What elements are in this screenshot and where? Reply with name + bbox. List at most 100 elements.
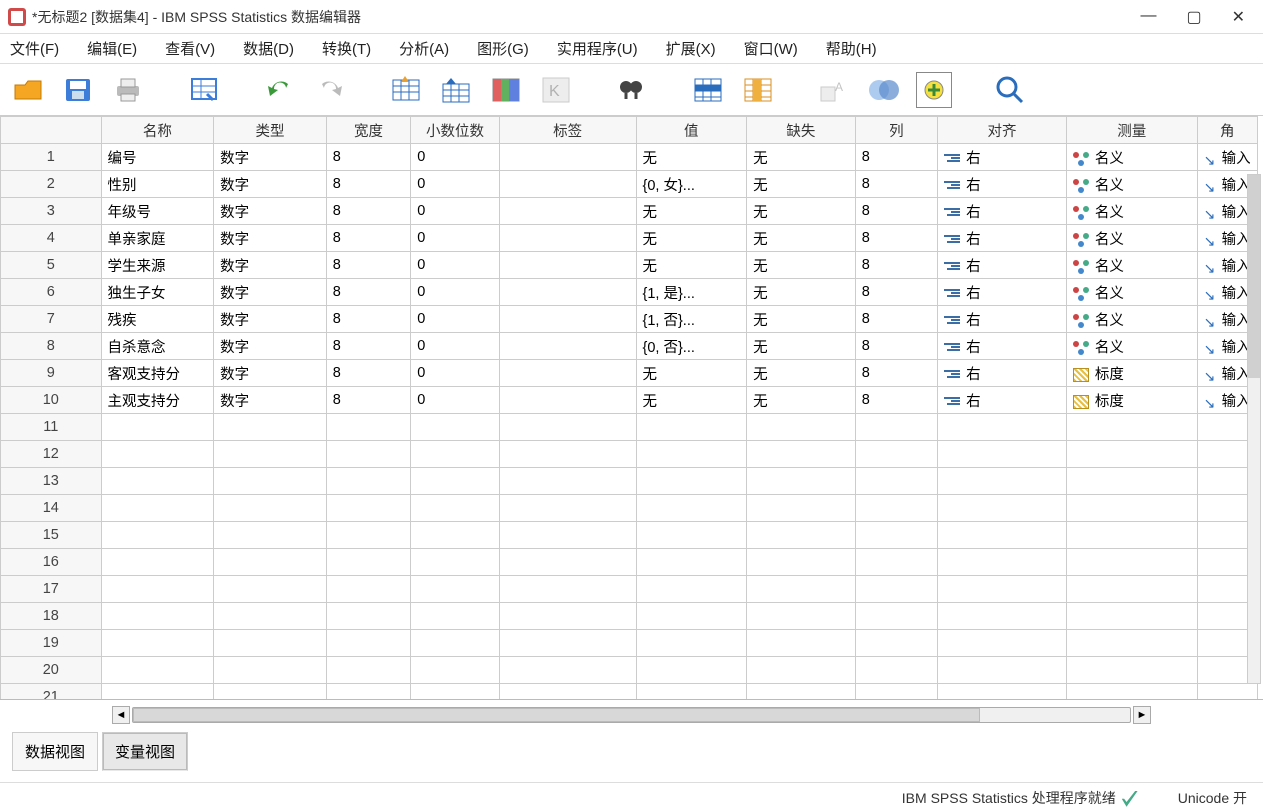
- cell-name[interactable]: 客观支持分: [101, 360, 214, 387]
- cell-decimals[interactable]: 0: [411, 252, 499, 279]
- header-rownum[interactable]: [1, 117, 102, 144]
- cell-measure[interactable]: 名义: [1066, 252, 1197, 279]
- cell-columns[interactable]: 8: [855, 306, 937, 333]
- cell-align[interactable]: 右: [938, 387, 1067, 414]
- cell-decimals[interactable]: 0: [411, 144, 499, 171]
- cell-values[interactable]: {1, 否}...: [636, 306, 747, 333]
- variables-icon[interactable]: [488, 72, 524, 108]
- vertical-scrollbar[interactable]: [1247, 174, 1261, 684]
- cell-align[interactable]: 右: [938, 225, 1067, 252]
- cell-label[interactable]: [499, 144, 636, 171]
- cell-missing[interactable]: 无: [747, 387, 856, 414]
- cell-columns[interactable]: 8: [855, 279, 937, 306]
- weight-icon[interactable]: [866, 72, 902, 108]
- cell-measure[interactable]: 名义: [1066, 225, 1197, 252]
- cell-align[interactable]: 右: [938, 171, 1067, 198]
- data-icon[interactable]: [186, 72, 222, 108]
- menu-graph[interactable]: 图形(G): [477, 38, 529, 59]
- menu-view[interactable]: 查看(V): [165, 38, 215, 59]
- row-number[interactable]: 21: [1, 684, 102, 701]
- row-number[interactable]: 15: [1, 522, 102, 549]
- cell-label[interactable]: [499, 333, 636, 360]
- header-measure[interactable]: 测量: [1066, 117, 1197, 144]
- cell-measure[interactable]: 名义: [1066, 171, 1197, 198]
- minimize-button[interactable]: —: [1140, 7, 1156, 27]
- cell-values[interactable]: 无: [636, 387, 747, 414]
- variable-row[interactable]: 1编号数字80无无8右名义输入: [1, 144, 1258, 171]
- cell-measure[interactable]: 名义: [1066, 144, 1197, 171]
- menu-analyze[interactable]: 分析(A): [399, 38, 449, 59]
- row-number[interactable]: 17: [1, 576, 102, 603]
- cell-align[interactable]: 右: [938, 279, 1067, 306]
- row-number[interactable]: 4: [1, 225, 102, 252]
- cell-label[interactable]: [499, 306, 636, 333]
- cell-type[interactable]: 数字: [214, 225, 327, 252]
- print-icon[interactable]: [110, 72, 146, 108]
- cell-measure[interactable]: 标度: [1066, 387, 1197, 414]
- row-number[interactable]: 14: [1, 495, 102, 522]
- goto-var-icon[interactable]: [438, 72, 474, 108]
- empty-row[interactable]: 13: [1, 468, 1258, 495]
- row-number[interactable]: 5: [1, 252, 102, 279]
- cell-width[interactable]: 8: [326, 252, 410, 279]
- cell-width[interactable]: 8: [326, 144, 410, 171]
- cell-measure[interactable]: 名义: [1066, 279, 1197, 306]
- row-number[interactable]: 7: [1, 306, 102, 333]
- goto-case-icon[interactable]: [388, 72, 424, 108]
- cell-decimals[interactable]: 0: [411, 333, 499, 360]
- select-cases-icon[interactable]: [916, 72, 952, 108]
- cell-name[interactable]: 年级号: [101, 198, 214, 225]
- cell-missing[interactable]: 无: [747, 171, 856, 198]
- cell-columns[interactable]: 8: [855, 171, 937, 198]
- open-icon[interactable]: [10, 72, 46, 108]
- tab-variable-view[interactable]: 变量视图: [102, 732, 188, 771]
- cell-type[interactable]: 数字: [214, 252, 327, 279]
- header-missing[interactable]: 缺失: [747, 117, 856, 144]
- cell-label[interactable]: [499, 252, 636, 279]
- row-number[interactable]: 18: [1, 603, 102, 630]
- cell-decimals[interactable]: 0: [411, 171, 499, 198]
- cell-missing[interactable]: 无: [747, 279, 856, 306]
- menu-edit[interactable]: 编辑(E): [87, 38, 137, 59]
- cell-measure[interactable]: 名义: [1066, 306, 1197, 333]
- cell-name[interactable]: 学生来源: [101, 252, 214, 279]
- insert-var-icon[interactable]: [740, 72, 776, 108]
- cell-width[interactable]: 8: [326, 333, 410, 360]
- cell-values[interactable]: 无: [636, 252, 747, 279]
- cell-missing[interactable]: 无: [747, 360, 856, 387]
- row-number[interactable]: 20: [1, 657, 102, 684]
- cell-missing[interactable]: 无: [747, 225, 856, 252]
- cell-align[interactable]: 右: [938, 306, 1067, 333]
- empty-row[interactable]: 17: [1, 576, 1258, 603]
- cell-label[interactable]: [499, 387, 636, 414]
- cell-align[interactable]: 右: [938, 360, 1067, 387]
- cell-type[interactable]: 数字: [214, 333, 327, 360]
- cell-decimals[interactable]: 0: [411, 360, 499, 387]
- header-label[interactable]: 标签: [499, 117, 636, 144]
- cell-measure[interactable]: 标度: [1066, 360, 1197, 387]
- cell-missing[interactable]: 无: [747, 306, 856, 333]
- row-number[interactable]: 19: [1, 630, 102, 657]
- split-icon[interactable]: A: [816, 72, 852, 108]
- cell-decimals[interactable]: 0: [411, 279, 499, 306]
- empty-row[interactable]: 16: [1, 549, 1258, 576]
- header-values[interactable]: 值: [636, 117, 747, 144]
- cell-name[interactable]: 单亲家庭: [101, 225, 214, 252]
- cell-name[interactable]: 自杀意念: [101, 333, 214, 360]
- cell-width[interactable]: 8: [326, 198, 410, 225]
- hscroll-left[interactable]: ◄: [112, 706, 130, 724]
- cell-values[interactable]: 无: [636, 144, 747, 171]
- empty-row[interactable]: 19: [1, 630, 1258, 657]
- cell-width[interactable]: 8: [326, 306, 410, 333]
- cell-measure[interactable]: 名义: [1066, 198, 1197, 225]
- cell-measure[interactable]: 名义: [1066, 333, 1197, 360]
- variable-row[interactable]: 3年级号数字80无无8右名义输入: [1, 198, 1258, 225]
- cell-width[interactable]: 8: [326, 387, 410, 414]
- cell-missing[interactable]: 无: [747, 144, 856, 171]
- empty-row[interactable]: 15: [1, 522, 1258, 549]
- cell-values[interactable]: 无: [636, 360, 747, 387]
- empty-row[interactable]: 14: [1, 495, 1258, 522]
- empty-row[interactable]: 18: [1, 603, 1258, 630]
- cell-label[interactable]: [499, 279, 636, 306]
- cell-align[interactable]: 右: [938, 333, 1067, 360]
